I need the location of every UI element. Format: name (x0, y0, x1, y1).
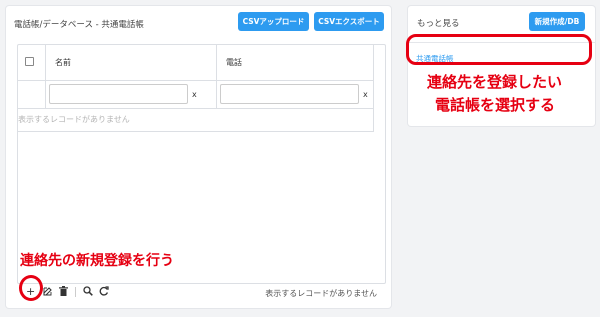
column-header-name[interactable]: 名前 (45, 45, 217, 81)
name-filter-clear-button[interactable]: x (192, 90, 197, 99)
column-header-phone[interactable]: 電話 (216, 45, 374, 81)
footer-status: 表示するレコードがありません (265, 289, 377, 298)
annotation-select-line2: 電話帳を選択する (435, 96, 556, 114)
csv-upload-button[interactable]: CSVアップロード (238, 12, 309, 31)
csv-export-button[interactable]: CSVエクスポート (314, 12, 384, 31)
refresh-icon[interactable] (99, 286, 109, 299)
search-icon[interactable] (83, 286, 93, 299)
empty-message: 表示するレコードがありません (18, 108, 374, 132)
more-title: もっと見る (417, 19, 460, 29)
phone-filter-input[interactable] (220, 84, 359, 104)
toolbar-divider (75, 287, 76, 297)
name-filter-input[interactable] (49, 84, 188, 104)
annotation-select-line1: 連絡先を登録したい (427, 73, 563, 91)
filter-row: x x (18, 80, 374, 109)
page-title: 電話帳/データベース - 共通電話帳 (14, 20, 144, 30)
select-all-checkbox[interactable] (25, 56, 34, 66)
empty-row: 表示するレコードがありません (18, 108, 374, 132)
phone-filter-clear-button[interactable]: x (363, 90, 368, 99)
trash-icon[interactable] (59, 286, 68, 299)
phone-filter-cell: x (216, 80, 374, 109)
table-header-row: 名前 電話 (18, 45, 374, 81)
select-all-cell (18, 45, 46, 81)
edit-icon[interactable] (43, 286, 53, 299)
filter-spacer (18, 80, 46, 109)
name-filter-cell: x (45, 80, 217, 109)
new-db-button[interactable]: 新規作成/DB (529, 12, 585, 31)
records-grid: 名前 電話 x x 表示するレコードがありません (17, 44, 386, 284)
add-button-highlight-circle (19, 275, 43, 301)
grid-toolbar: + 表示するレコードがありません (17, 276, 384, 308)
annotation-new-contact: 連絡先の新規登録を行う (20, 253, 174, 269)
records-table: 名前 電話 x x 表示するレコードがありません (18, 45, 374, 132)
phonebook-highlight-box (406, 34, 592, 65)
